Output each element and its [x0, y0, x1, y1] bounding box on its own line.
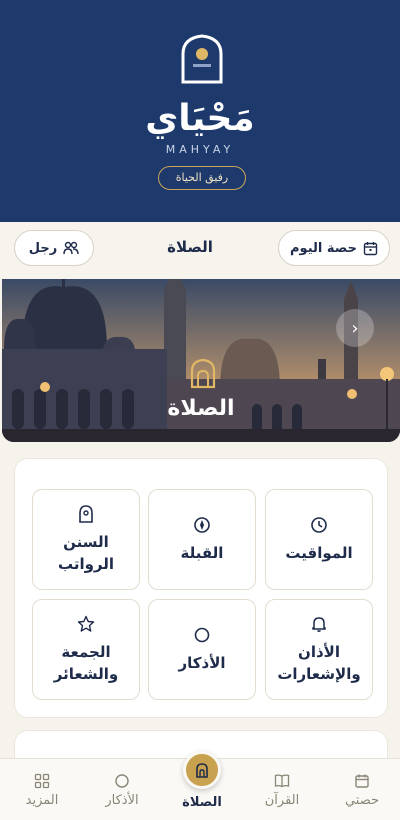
page-title: الصلاة [167, 238, 213, 256]
people-icon [63, 241, 79, 255]
tile-label: السنن الرواتب [57, 532, 115, 573]
bell-icon [312, 616, 326, 632]
nav-item-quran[interactable]: القرآن [242, 759, 322, 820]
top-bar: رجل الصلاة حصة اليوم [0, 222, 400, 278]
hero-banner[interactable]: الصلاة › [2, 279, 400, 442]
calendar-icon [355, 774, 369, 788]
grid-icon [34, 773, 50, 788]
brand-title-latin: MAHYAY [165, 143, 235, 156]
bottom-navigation: حصتي القرآن الصلاة الأذكار المزيد [0, 751, 400, 820]
mihrab-icon [190, 359, 216, 389]
circle-icon [115, 773, 129, 788]
tile-sunnah-rawatib[interactable]: السنن الرواتب [32, 489, 140, 590]
tagline-badge: رفيق الحياة [158, 166, 246, 190]
nav-item-adhkar[interactable]: الأذكار [82, 759, 162, 820]
tile-label: الأذان والإشعارات [277, 642, 361, 683]
tile-adhkar[interactable]: الأذكار [148, 599, 256, 700]
nav-item-hisati[interactable]: حصتي [322, 759, 400, 820]
compass-icon [194, 516, 210, 533]
mihrab-logo-icon [181, 34, 223, 84]
gender-toggle-label: رجل [28, 240, 58, 256]
nav-label-salah: الصلاة [182, 795, 222, 810]
mihrab-icon [196, 763, 208, 778]
tile-prayer-times[interactable]: المواقيت [265, 489, 373, 590]
nav-item-more[interactable]: المزيد [2, 759, 82, 820]
nav-label: القرآن [264, 792, 300, 808]
tile-label: الجمعة والشعائر [53, 642, 119, 683]
star-icon [77, 615, 95, 632]
tile-adhan-notifications[interactable]: الأذان والإشعارات [265, 599, 373, 700]
hero-next-button[interactable]: › [336, 309, 374, 347]
tile-label: القبلة [180, 543, 224, 562]
tile-jumuah-rites[interactable]: الجمعة والشعائر [32, 599, 140, 700]
clock-icon [311, 516, 327, 533]
tile-label: الأذكار [178, 653, 226, 672]
nav-label: المزيد [25, 792, 59, 808]
chevron-right-icon: › [351, 317, 359, 339]
brand-title-arabic: مَحْيَاي [145, 98, 255, 139]
book-icon [274, 773, 290, 787]
tile-label: المواقيت [285, 543, 353, 562]
calendar-icon [363, 241, 378, 255]
nav-label: حصتي [344, 792, 380, 808]
daily-portion-label: حصة اليوم [290, 240, 357, 256]
mihrab-icon [79, 504, 93, 523]
tile-qibla[interactable]: القبلة [148, 489, 256, 590]
features-grid: المواقيت القبلة السنن الرواتب الأذان وال… [14, 458, 388, 718]
nav-item-salah[interactable] [183, 751, 221, 789]
daily-portion-button[interactable]: حصة اليوم [278, 230, 390, 266]
circle-icon [194, 627, 210, 642]
nav-label: الأذكار [105, 792, 139, 808]
app-header: مَحْيَاي MAHYAY رفيق الحياة [0, 0, 400, 222]
gender-toggle-button[interactable]: رجل [14, 230, 94, 266]
hero-title: الصلاة [167, 396, 235, 421]
